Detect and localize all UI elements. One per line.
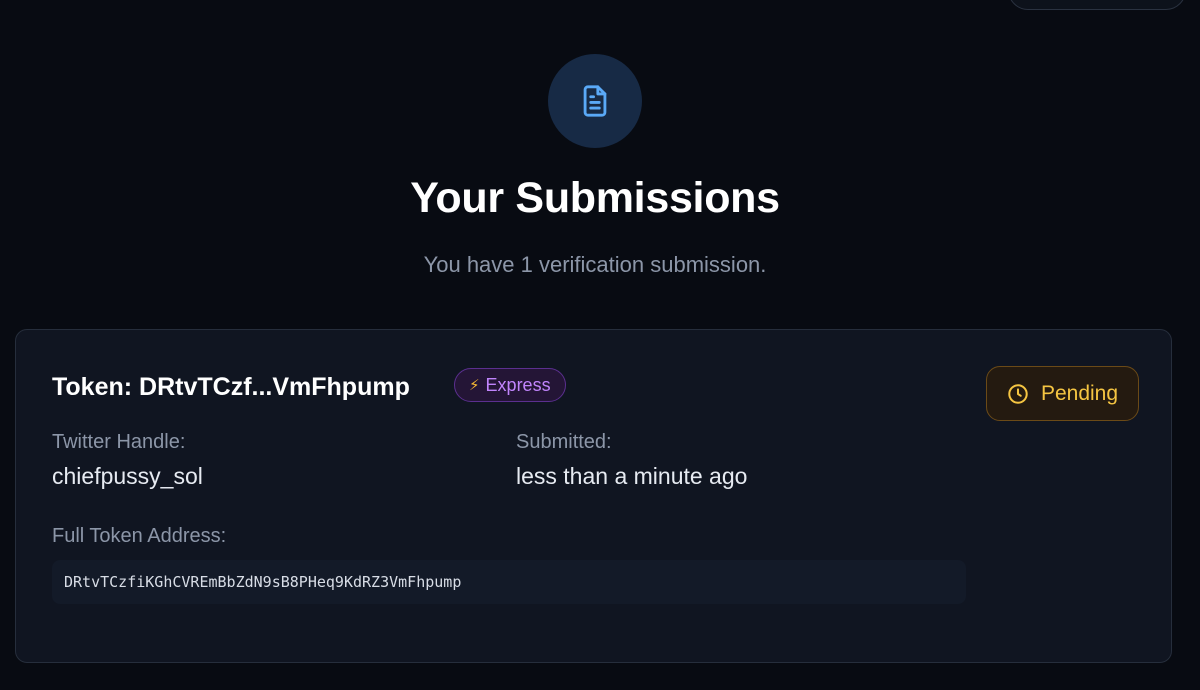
express-badge: ⚡ Express — [454, 368, 566, 402]
submitted-label: Submitted: — [516, 431, 612, 453]
submitted-value: less than a minute ago — [516, 463, 748, 489]
submission-card: Token: DRtvTCzf...VmFhpump ⚡ Express Pen… — [15, 329, 1172, 663]
twitter-handle-value: chiefpussy_sol — [52, 463, 203, 489]
top-right-button[interactable] — [1008, 0, 1186, 10]
page-title: Your Submissions — [410, 174, 780, 222]
document-icon-circle — [548, 54, 642, 148]
lightning-icon: ⚡ — [469, 377, 480, 394]
status-badge: Pending — [986, 366, 1139, 421]
express-badge-label: Express — [485, 374, 551, 395]
token-address-label: Full Token Address: — [52, 525, 227, 547]
page-subtitle: You have 1 verification submission. — [423, 252, 767, 277]
clock-icon — [1008, 383, 1028, 404]
token-title: Token: DRtvTCzf...VmFhpump — [52, 373, 410, 401]
twitter-handle-label: Twitter Handle: — [52, 431, 186, 453]
status-badge-label: Pending — [1040, 381, 1119, 405]
submissions-page: Your Submissions You have 1 verification… — [0, 0, 1200, 690]
document-icon — [583, 85, 607, 117]
token-address-value: DRtvTCzfiKGhCVREmBbZdN9sB8PHeq9KdRZ3VmFh… — [52, 560, 966, 604]
